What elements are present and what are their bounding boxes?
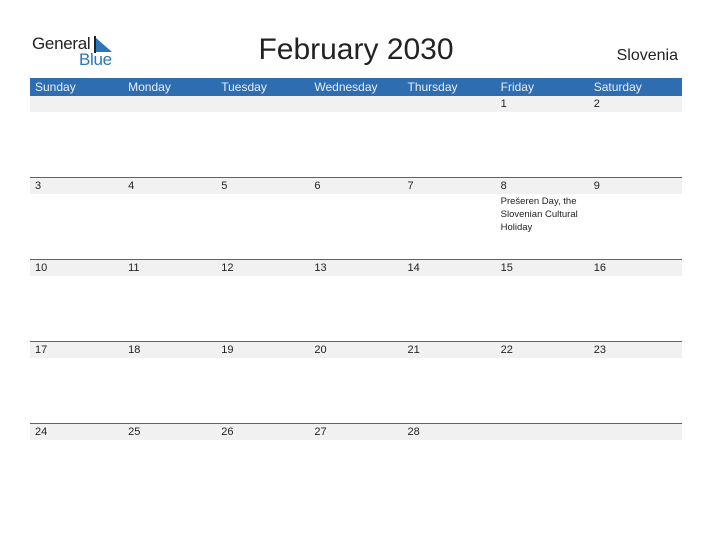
holiday-note: [123, 358, 216, 359]
day-number: 1: [500, 98, 507, 110]
day-notes-row: Prešeren Day, the Slovenian Cultural Hol…: [30, 194, 682, 234]
day-number: 17: [35, 344, 48, 356]
holiday-note: [123, 112, 216, 113]
day-number: 24: [35, 426, 48, 438]
weekday-sunday: Sunday: [35, 80, 76, 94]
holiday-note: [216, 358, 309, 359]
holiday-note: [309, 358, 402, 359]
week-row: 17 18 19 20 21 22 23: [30, 341, 682, 423]
day-number: [123, 96, 216, 112]
holiday-note: [123, 276, 216, 277]
day-number: 22: [500, 344, 513, 356]
day-number: 11: [128, 262, 140, 274]
day-number-row: 3 4 5 6 7 8 9: [30, 178, 682, 194]
weeks-container: 1 2 3 4 5 6 7 8 9 Prešeren Day, the Slovenian Cul…: [30, 96, 682, 505]
holiday-note: [403, 194, 496, 234]
holiday-note: [403, 440, 496, 441]
day-number: 21: [407, 344, 420, 356]
day-number: 6: [314, 180, 321, 192]
holiday-note: [403, 112, 496, 113]
holiday-note: [589, 440, 682, 441]
holiday-note: [216, 276, 309, 277]
holiday-note: [403, 276, 496, 277]
day-number: 2: [593, 98, 600, 110]
day-number: 19: [221, 344, 234, 356]
day-number: [403, 96, 496, 112]
week-row: 12: [30, 96, 682, 177]
week-row: 3 4 5 6 7 8 9 Prešeren Day, the Slovenian Cultu…: [30, 177, 682, 259]
holiday-note: [496, 358, 589, 359]
day-number: 14: [407, 262, 420, 274]
day-number: 26: [221, 426, 234, 438]
calendar: Sunday Monday Tuesday Wednesday Thursday…: [30, 78, 682, 505]
holiday-note: Prešeren Day, the Slovenian Cultural Hol…: [500, 196, 578, 233]
day-notes-row: [30, 276, 682, 277]
day-number: 25: [128, 426, 141, 438]
day-number: 20: [314, 344, 327, 356]
day-number: 4: [128, 180, 135, 192]
day-notes-row: [30, 440, 682, 441]
weekday-header: Sunday Monday Tuesday Wednesday Thursday…: [30, 78, 682, 96]
weekday-monday: Monday: [128, 80, 171, 94]
day-notes-row: [30, 358, 682, 359]
holiday-note: [589, 358, 682, 359]
holiday-note: [589, 112, 682, 113]
day-number: 18: [128, 344, 141, 356]
holiday-note: [496, 276, 589, 277]
holiday-note: [123, 194, 216, 234]
day-number: 16: [593, 262, 606, 274]
weekday-tuesday: Tuesday: [221, 80, 267, 94]
holiday-note: [309, 440, 402, 441]
holiday-note: [123, 440, 216, 441]
holiday-note: [589, 276, 682, 277]
day-number: [216, 96, 309, 112]
day-number: 12: [221, 262, 234, 274]
day-number: 7: [407, 180, 414, 192]
day-number: 10: [35, 262, 48, 274]
day-number-row: 17 18 19 20 21 22 23: [30, 342, 682, 358]
day-number: 15: [500, 262, 513, 274]
day-number-row: 10 11 12 13 14 15 16: [30, 260, 682, 276]
day-number-row: 12: [30, 96, 682, 112]
holiday-note: [216, 440, 309, 441]
holiday-note: [30, 194, 123, 234]
holiday-note: [309, 194, 402, 234]
day-number: 5: [221, 180, 228, 192]
day-number: 8: [500, 180, 507, 192]
day-notes-row: [30, 112, 682, 113]
holiday-note: [216, 112, 309, 113]
holiday-note: [309, 112, 402, 113]
weekday-wednesday: Wednesday: [314, 80, 378, 94]
holiday-note: [496, 112, 589, 113]
holiday-note: [589, 194, 682, 234]
day-number: [309, 96, 402, 112]
holiday-note: [216, 194, 309, 234]
day-number-row: 24 25 26 27 28: [30, 424, 682, 440]
day-number: 13: [314, 262, 327, 274]
weekday-saturday: Saturday: [593, 80, 642, 94]
holiday-note: [30, 440, 123, 441]
weekday-friday: Friday: [500, 80, 534, 94]
day-number: 3: [35, 180, 42, 192]
weekday-thursday: Thursday: [407, 80, 458, 94]
day-number: [589, 424, 682, 440]
holiday-note: [309, 276, 402, 277]
country-label: Slovenia: [616, 47, 678, 64]
holiday-note: [496, 440, 589, 441]
page-title: February 2030: [258, 33, 454, 66]
holiday-note: [30, 276, 123, 277]
holiday-note: [30, 112, 123, 113]
day-number: 9: [593, 180, 600, 192]
holiday-note: [30, 358, 123, 359]
day-number: [30, 96, 123, 112]
day-number: 28: [407, 426, 420, 438]
holiday-note: [403, 358, 496, 359]
week-row: 24 25 26 27 28: [30, 423, 682, 505]
day-number: 23: [593, 344, 606, 356]
week-row: 10 11 12 13 14 15 16: [30, 259, 682, 341]
day-number: 27: [314, 426, 327, 438]
day-number: [496, 424, 589, 440]
